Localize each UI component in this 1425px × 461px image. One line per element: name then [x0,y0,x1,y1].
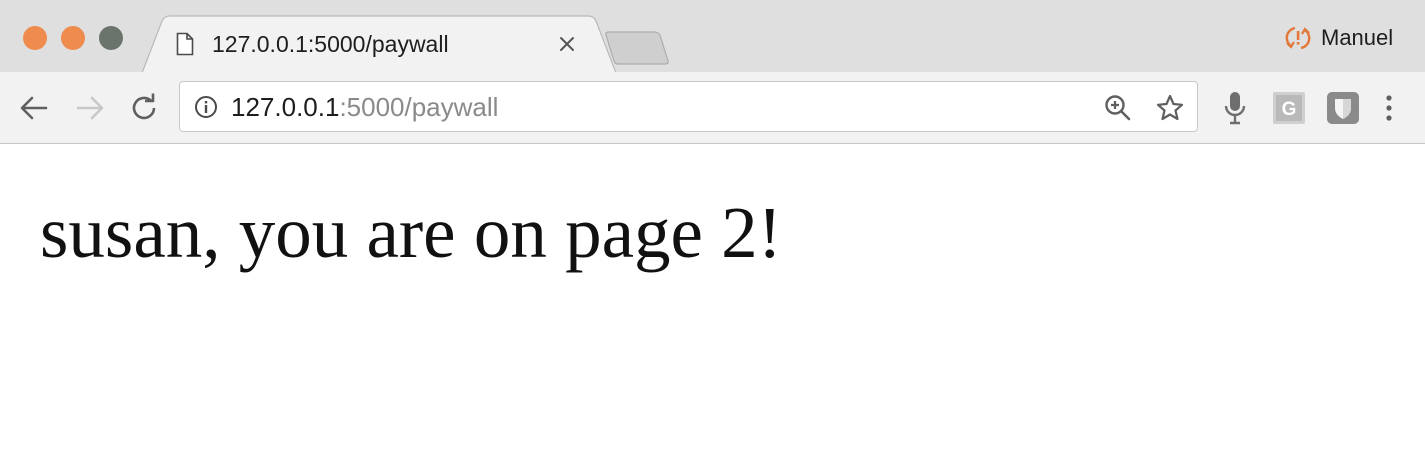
window-minimize-button[interactable] [61,26,85,50]
browser-toolbar: 127.0.0.1:5000/paywall G [0,72,1425,144]
url-host: 127.0.0.1 [231,92,340,122]
sync-error-icon [1284,25,1312,51]
arrow-left-icon[interactable] [19,93,49,123]
browser-window: 127.0.0.1:5000/paywall Manuel 127.0.0.1:… [0,0,1425,461]
arrow-right-icon[interactable] [75,93,105,123]
profile-button[interactable]: Manuel [1284,24,1393,52]
tab-active[interactable]: 127.0.0.1:5000/paywall [142,15,616,73]
tab-strip: 127.0.0.1:5000/paywall Manuel [0,0,1425,73]
info-icon[interactable] [194,95,218,119]
url-text[interactable]: 127.0.0.1:5000/paywall [231,92,498,122]
page-icon [176,32,194,56]
shield-extension-icon[interactable] [1326,91,1360,125]
zoom-in-icon[interactable] [1104,94,1132,122]
microphone-icon[interactable] [1224,91,1246,125]
address-bar[interactable]: 127.0.0.1:5000/paywall [179,81,1198,132]
reload-icon[interactable] [129,93,159,123]
window-maximize-button[interactable] [99,26,123,50]
star-icon[interactable] [1155,93,1185,123]
url-path: :5000/paywall [339,92,499,122]
page-heading: susan, you are on page 2! [40,192,782,273]
g-extension-icon[interactable]: G [1272,91,1306,125]
window-close-button[interactable] [23,26,47,50]
tab-title: 127.0.0.1:5000/paywall [212,31,449,57]
svg-text:G: G [1282,99,1297,120]
new-tab-button[interactable] [604,31,670,65]
page-content: susan, you are on page 2! [0,144,1425,461]
kebab-menu-icon[interactable] [1380,93,1398,123]
close-icon[interactable] [558,35,576,53]
profile-name: Manuel [1321,25,1394,50]
